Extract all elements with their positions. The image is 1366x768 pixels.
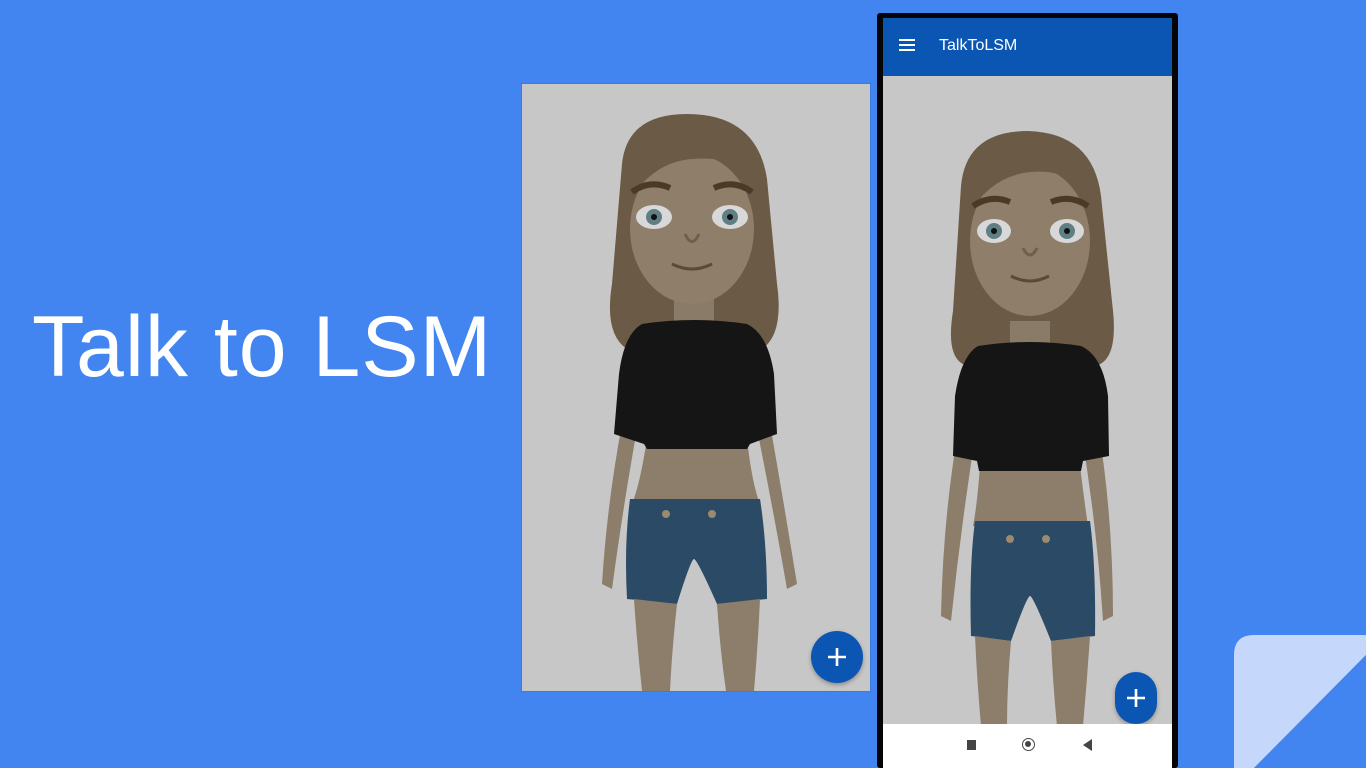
phone-frame: TalkToLSM [877, 13, 1178, 768]
recents-square-icon[interactable] [967, 740, 976, 750]
home-circle-icon[interactable] [1022, 738, 1035, 751]
add-button-preview[interactable] [811, 631, 863, 683]
app-bar: TalkToLSM [883, 18, 1172, 76]
plus-icon [828, 648, 846, 666]
android-nav-bar [883, 724, 1172, 768]
plus-icon [1127, 689, 1145, 707]
avatar-preview-panel [522, 84, 870, 691]
avatar-figure [941, 131, 1114, 724]
slide-title: Talk to LSM [32, 299, 493, 395]
avatar-canvas [883, 76, 1172, 724]
app-title: TalkToLSM [939, 37, 1018, 54]
hamburger-menu-icon[interactable] [899, 39, 915, 51]
back-triangle-icon[interactable] [1083, 739, 1092, 751]
avatar-figure [602, 114, 797, 691]
phone-screen: TalkToLSM [883, 18, 1172, 768]
page-curl-decoration [1234, 635, 1366, 768]
add-button[interactable] [1115, 672, 1157, 724]
